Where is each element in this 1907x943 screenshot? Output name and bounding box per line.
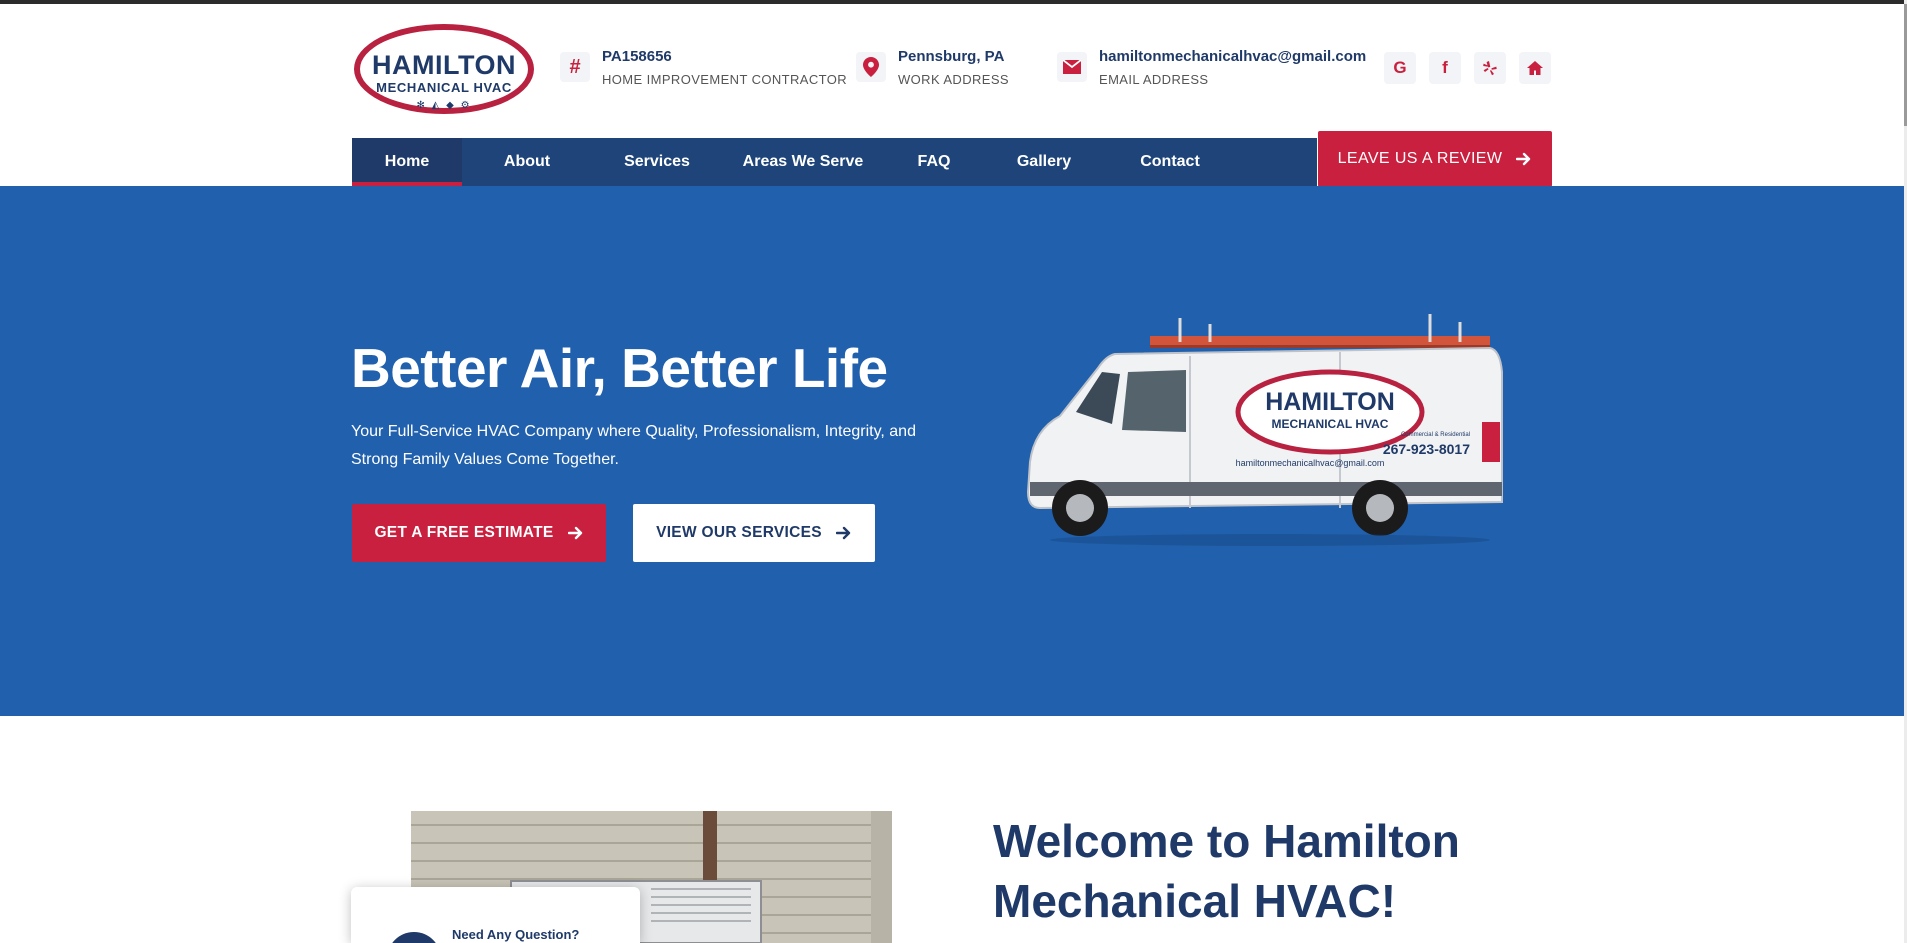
view-services-button[interactable]: VIEW OUR SERVICES <box>633 504 875 562</box>
nav-item-about[interactable]: About <box>462 138 592 186</box>
nav-item-gallery[interactable]: Gallery <box>984 138 1104 186</box>
free-estimate-label: GET A FREE ESTIMATE <box>374 524 554 541</box>
van-brand-line2: MECHANICAL HVAC <box>1272 417 1389 431</box>
question-card[interactable]: Need Any Question? <box>351 887 640 943</box>
email-address[interactable]: hamiltonmechanicalhvac@gmail.com <box>1099 48 1366 65</box>
van-tagline: Commercial & Residential <box>1401 432 1470 438</box>
leave-review-label: LEAVE US A REVIEW <box>1337 150 1503 167</box>
view-services-label: VIEW OUR SERVICES <box>656 524 822 541</box>
hero-section: Better Air, Better Life Your Full-Servic… <box>0 186 1904 716</box>
van-roof-ladder <box>1150 314 1490 348</box>
logo-text-line2: MECHANICAL HVAC <box>376 80 512 95</box>
company-van-image: HAMILTON MECHANICAL HVAC 267-923-8017 Co… <box>1026 314 1503 546</box>
van-brand-line1: HAMILTON <box>1265 388 1395 416</box>
question-icon <box>387 932 441 943</box>
nav-item-home[interactable]: Home <box>352 138 462 186</box>
hero-description: Your Full-Service HVAC Company where Qua… <box>351 423 916 468</box>
question-card-title: Need Any Question? <box>452 927 580 942</box>
free-estimate-button[interactable]: GET A FREE ESTIMATE <box>352 504 606 562</box>
arrow-right-icon <box>835 526 852 540</box>
home-icon[interactable] <box>1519 52 1551 84</box>
email-address-label: EMAIL ADDRESS <box>1099 72 1209 87</box>
nav-item-areas-we-serve[interactable]: Areas We Serve <box>722 138 884 186</box>
logo-service-icons: ✻ ◭ ◆ ⚙ <box>416 100 472 111</box>
nav-item-faq[interactable]: FAQ <box>884 138 984 186</box>
license-number: PA158656 <box>602 48 672 65</box>
arrow-right-icon <box>567 526 584 540</box>
map-pin-icon <box>856 52 886 82</box>
leave-review-button[interactable]: LEAVE US A REVIEW <box>1318 131 1552 187</box>
google-icon[interactable]: G <box>1384 52 1416 84</box>
license-label: HOME IMPROVEMENT CONTRACTOR <box>602 72 848 87</box>
work-address: Pennsburg, PA <box>898 48 1005 65</box>
van-email: hamiltonmechanicalhvac@gmail.com <box>1236 458 1385 468</box>
envelope-icon <box>1057 52 1087 82</box>
hash-icon: # <box>560 52 590 82</box>
van-phone: 267-923-8017 <box>1383 441 1470 457</box>
main-navigation: Home About Services Areas We Serve FAQ G… <box>352 138 1317 186</box>
yelp-icon[interactable] <box>1474 52 1506 84</box>
facebook-icon[interactable]: f <box>1429 52 1461 84</box>
hero-title: Better Air, Better Life <box>351 337 888 399</box>
logo-text-line1: HAMILTON <box>372 50 516 80</box>
arrow-right-icon <box>1516 152 1532 166</box>
nav-item-services[interactable]: Services <box>592 138 722 186</box>
work-address-label: WORK ADDRESS <box>898 72 1009 87</box>
welcome-title: Welcome to Hamilton Mechanical HVAC! <box>993 815 1460 927</box>
nav-item-contact[interactable]: Contact <box>1104 138 1236 186</box>
site-logo[interactable]: HAMILTON MECHANICAL HVAC ✻ ◭ ◆ ⚙ <box>352 22 536 120</box>
